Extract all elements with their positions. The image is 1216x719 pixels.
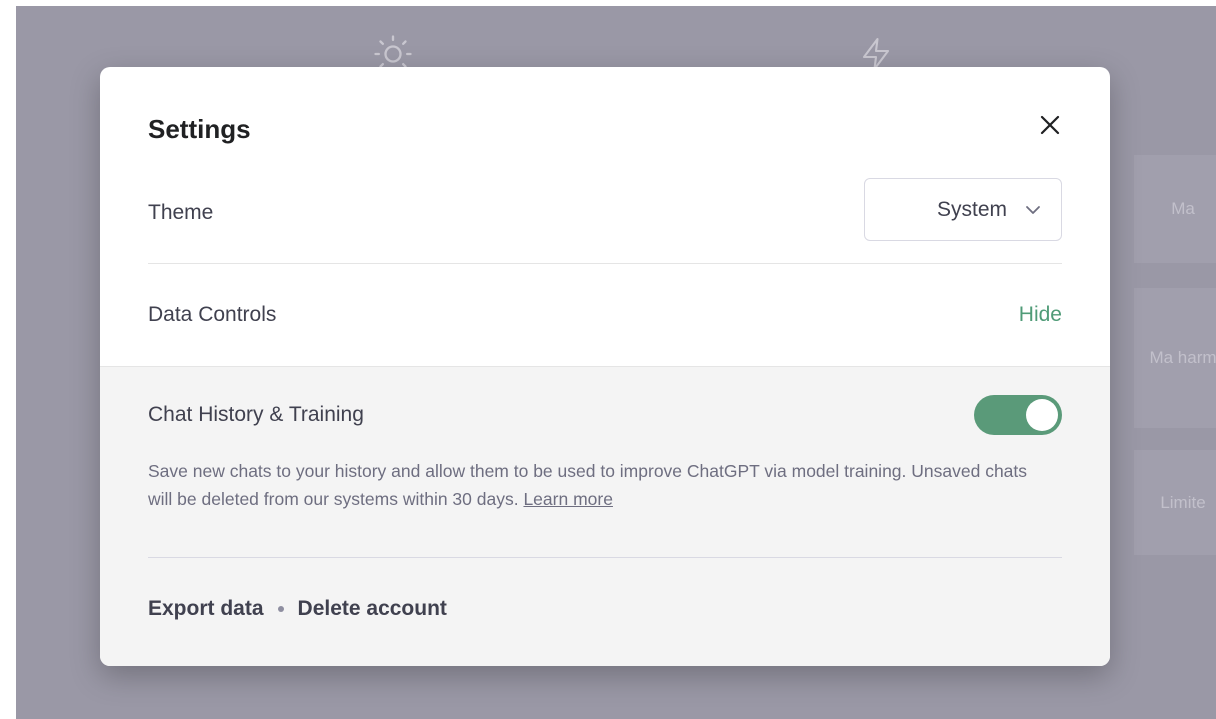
theme-select[interactable]: System <box>864 178 1062 241</box>
theme-row: Theme System <box>148 178 1062 264</box>
hide-data-controls-link[interactable]: Hide <box>1019 303 1062 327</box>
modal-title: Settings <box>148 114 251 144</box>
modal-header-section: Settings Theme System Data Controls Hide <box>100 67 1110 366</box>
background-card: Ma harm <box>1134 288 1216 428</box>
account-actions: Export data Delete account <box>148 597 447 621</box>
toggle-knob <box>1026 399 1058 431</box>
chat-history-description: Save new chats to your history and allow… <box>148 457 1040 513</box>
theme-label: Theme <box>148 201 214 224</box>
background-card-text: Ma <box>1171 199 1195 218</box>
background-card-text: Limite <box>1160 492 1206 512</box>
settings-modal: Settings Theme System Data Controls Hide… <box>100 67 1110 666</box>
data-controls-row: Data Controls Hide <box>148 264 1062 366</box>
background-card: Limite <box>1134 450 1216 555</box>
chat-history-label: Chat History & Training <box>148 403 364 426</box>
data-controls-panel: Chat History & Training Save new chats t… <box>100 366 1110 666</box>
divider <box>148 557 1062 558</box>
close-button[interactable] <box>1036 111 1064 139</box>
chat-history-row: Chat History & Training <box>148 395 1062 435</box>
delete-account-button[interactable]: Delete account <box>298 597 447 621</box>
export-data-button[interactable]: Export data <box>148 597 264 621</box>
background-card: Ma <box>1134 155 1216 263</box>
theme-select-value: System <box>936 197 1007 221</box>
close-icon <box>1040 115 1060 135</box>
data-controls-label: Data Controls <box>148 303 277 326</box>
chat-history-toggle[interactable] <box>974 395 1062 435</box>
learn-more-link[interactable]: Learn more <box>523 489 613 509</box>
chevron-down-icon <box>1026 205 1040 214</box>
separator-dot <box>277 606 284 612</box>
background-card-text: Ma harm <box>1149 348 1216 367</box>
